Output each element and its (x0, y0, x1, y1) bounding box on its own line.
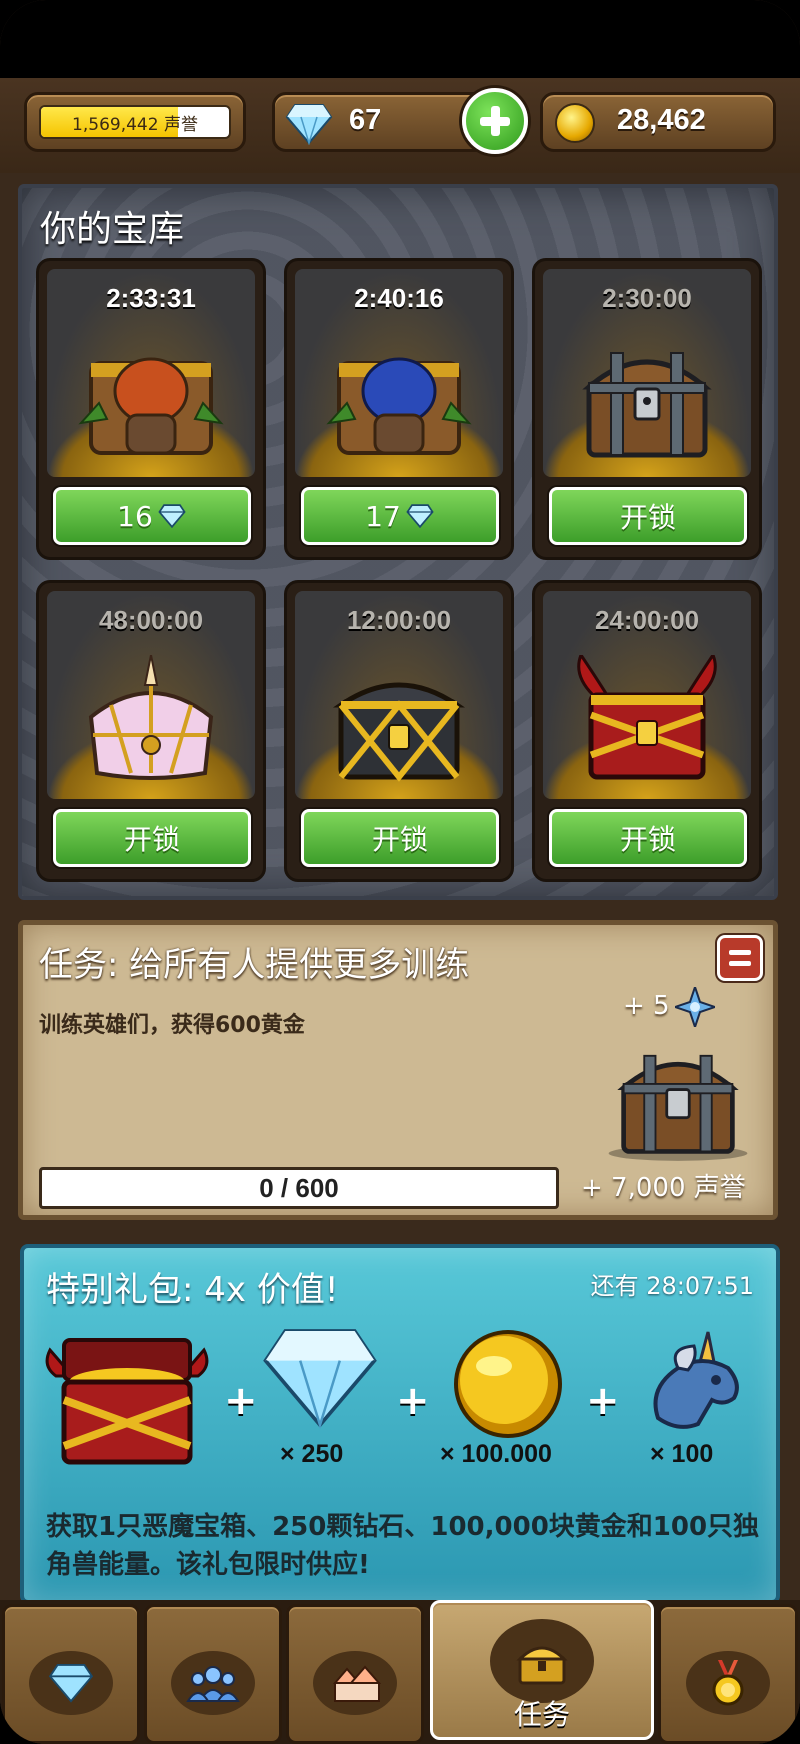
unicorn-icon (653, 1331, 739, 1429)
unicorn-chest-icon (88, 655, 214, 780)
chest-slot-3[interactable]: 2:30:00 开锁 (532, 258, 762, 560)
unlock-button[interactable]: 开锁 (549, 809, 747, 867)
chest-timer: 24:00:00 (594, 605, 700, 635)
add-gems-button[interactable] (462, 88, 528, 154)
vault-panel: 你的宝库 2:33:31 16 2:40:16 17 2:30:00 开锁 48… (18, 184, 778, 900)
special-offer-panel[interactable]: 特别礼包: 4x 价值! 还有 28:07:51 + × 250 + × 100… (20, 1244, 780, 1604)
speedup-button[interactable]: 17 (301, 487, 499, 545)
gold-coin-icon (454, 1330, 562, 1438)
gold-lattice-chest-icon (332, 682, 466, 782)
change-quest-button[interactable] (717, 935, 763, 981)
tab-quests-label: 任务 (513, 1698, 570, 1731)
app-screen: 1,569,442 声誉 67 28,462 你的宝库 2:33:31 16 2… (0, 0, 800, 1744)
unlock-button[interactable]: 开锁 (53, 809, 251, 867)
diamond-quantity: × 250 (280, 1440, 344, 1468)
bottom-nav: 任务 (0, 1600, 800, 1744)
offer-timer: 还有 28:07:51 (590, 1272, 754, 1300)
speedup-button[interactable]: 16 (53, 487, 251, 545)
prestige-value: 1,569,442 声誉 (72, 114, 198, 135)
buildings-icon (332, 1665, 382, 1702)
quest-progress-bar: 0 / 600 (39, 1167, 559, 1209)
unicorn-quantity: × 100 (650, 1440, 714, 1468)
tab-buildings[interactable] (286, 1604, 424, 1744)
chest-timer: 2:33:31 (106, 283, 196, 313)
plus-icon: + (586, 1378, 620, 1424)
vault-title: 你的宝库 (40, 209, 185, 250)
heroes-icon (186, 1666, 240, 1702)
quest-description: 训练英雄们，获得600黄金 (39, 1013, 305, 1038)
goblin-blue-chest-icon (326, 357, 472, 455)
tab-achievements[interactable] (658, 1604, 798, 1744)
chest-timer: 2:30:00 (602, 283, 692, 313)
prestige-counter[interactable]: 1,569,442 声誉 (24, 92, 246, 152)
diamond-icon (406, 504, 434, 528)
unlock-button[interactable]: 开锁 (549, 487, 747, 545)
medal-icon (712, 1660, 744, 1706)
diamond-icon (158, 504, 186, 528)
chest-slot-2[interactable]: 2:40:16 17 (284, 258, 514, 560)
quest-progress-text: 0 / 600 (259, 1172, 339, 1203)
reward-prestige: + 7,000 声誉 (581, 1173, 746, 1203)
iron-chest-icon (582, 352, 712, 458)
speedup-cost: 16 (117, 499, 153, 533)
offer-description: 获取1只恶魔宝箱、250颗钻石、100,000块黄金和100只独角兽能量。该礼包… (46, 1512, 760, 1580)
chest-icon (516, 1646, 568, 1685)
gold-count: 28,462 (617, 104, 706, 136)
diamond-icon (48, 1663, 94, 1703)
unlock-button[interactable]: 开锁 (301, 809, 499, 867)
diamond-icon (263, 1329, 377, 1430)
quest-panel: 任务: 给所有人提供更多训练 训练英雄们，获得600黄金 + 5 0 / 600… (18, 920, 778, 1220)
reward-gems: + 5 (623, 991, 670, 1021)
speedup-cost: 17 (365, 499, 401, 533)
prestige-bar: 1,569,442 声誉 (39, 105, 231, 139)
gem-count: 67 (349, 104, 382, 136)
offer-title: 特别礼包: 4x 价值! (46, 1270, 339, 1310)
gold-counter[interactable]: 28,462 (540, 92, 776, 152)
chest-slot-1[interactable]: 2:33:31 16 (36, 258, 266, 560)
star-shard-icon (675, 987, 715, 1027)
plus-icon: + (224, 1378, 258, 1424)
quest-title: 任务: 给所有人提供更多训练 (39, 945, 470, 985)
gold-quantity: × 100.000 (440, 1440, 552, 1468)
chest-slot-6[interactable]: 24:00:00 开锁 (532, 580, 762, 882)
chest-slot-5[interactable]: 12:00:00 开锁 (284, 580, 514, 882)
plus-icon: + (396, 1378, 430, 1424)
chest-slot-4[interactable]: 48:00:00 开锁 (36, 580, 266, 882)
goblin-chest-icon (78, 357, 224, 455)
chest-timer: 2:40:16 (354, 283, 444, 313)
status-bar (0, 0, 800, 78)
tab-quests[interactable]: 任务 (430, 1600, 654, 1740)
chest-timer: 12:00:00 (346, 605, 452, 635)
demon-chest-icon (45, 1338, 209, 1465)
diamond-icon (285, 104, 333, 145)
reward-chest-icon (608, 1054, 748, 1161)
demon-chest-icon (577, 655, 717, 780)
tab-heroes[interactable] (144, 1604, 282, 1744)
tab-shop[interactable] (2, 1604, 140, 1744)
gold-coin-icon (555, 103, 595, 143)
chest-timer: 48:00:00 (98, 605, 204, 635)
